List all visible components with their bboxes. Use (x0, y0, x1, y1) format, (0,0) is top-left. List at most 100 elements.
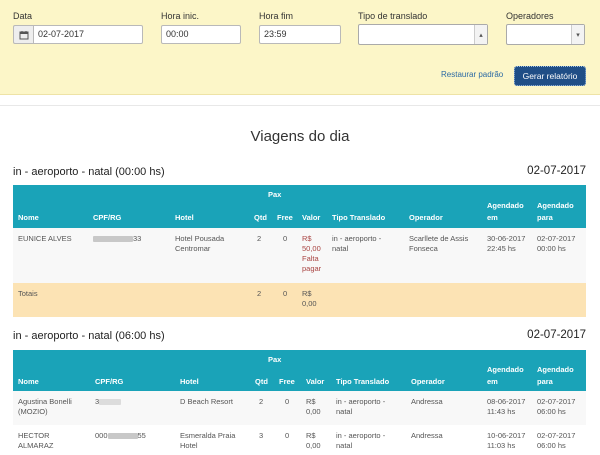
hotel-value: D Beach Resort (180, 397, 233, 406)
table-row[interactable]: HECTOR ALMARAZ 000 55 Esmeralda Praia Hot… (13, 425, 586, 455)
operador-value: Andressa (411, 397, 443, 406)
valor-value-2: 50,00 (302, 244, 321, 253)
pax-header: Pax (268, 190, 282, 199)
valor-status-2: pagar (302, 264, 322, 273)
pax-header: Pax (268, 355, 282, 364)
cpf-header: CPF/RG (95, 377, 124, 386)
free-header: Free (279, 377, 295, 386)
section-date: 02-07-2017 (527, 165, 586, 177)
valor-header: Valor (302, 213, 321, 222)
agendado-em-value: 10-06-2017 (487, 431, 526, 440)
nome-header: Nome (18, 377, 39, 386)
restore-default-link[interactable]: Restaurar padrão (441, 70, 503, 79)
agendado-em-header: Agendado (487, 201, 524, 210)
page-title: Viagens do dia (250, 128, 350, 145)
date-input[interactable]: 02-07-2017 (33, 25, 143, 44)
table-row[interactable]: Agustina Bonelli (MOZIO) 3 D Beach Resor… (13, 391, 586, 425)
operators-label: Operadores (506, 11, 554, 21)
section-title: in - aeroporto - natal (00:00 hs) (13, 166, 165, 178)
tipo-header: Tipo Translado (332, 213, 386, 222)
agendado-para-value: 02-07-2017 (537, 234, 576, 243)
operador-value: Scarllete de Assis (409, 234, 469, 243)
valor-header: Valor (306, 377, 325, 386)
agendado-em-header: Agendado (487, 365, 524, 374)
hotel-value: Hotel Pousada (175, 234, 225, 243)
totals-qtd: 2 (257, 289, 262, 298)
tipo-value: in - aeroporto - (336, 397, 386, 406)
transfer-type-label: Tipo de translado (358, 11, 428, 21)
table-row[interactable]: EUNICE ALVES 33 Hotel Pousada Centromar … (13, 228, 586, 283)
operador-header: Operador (409, 213, 443, 222)
totals-free: 0 (283, 289, 288, 298)
agendado-para-value: 02-07-2017 (537, 397, 576, 406)
free-value: 0 (285, 431, 290, 440)
agendado-para-header-2: para (537, 377, 553, 386)
filter-bar: Data 02-07-2017 Hora inic. 00:00 Hora fi… (0, 0, 600, 95)
start-time-input[interactable]: 00:00 (161, 25, 241, 44)
passenger-name: EUNICE ALVES (18, 234, 72, 243)
qtd-value: 2 (257, 234, 262, 243)
qtd-value: 2 (259, 397, 264, 406)
hotel-value: Esmeralda Praia (180, 431, 236, 440)
valor-value-2: 0,00 (306, 407, 321, 416)
agendado-para-header: Agendado (537, 365, 574, 374)
operador-header: Operador (411, 377, 445, 386)
free-value: 0 (283, 234, 288, 243)
trips-table: Pax Nome CPF/RG Hotel Qtd Free Valor Tip… (13, 350, 586, 455)
agendado-em-value: 08-06-2017 (487, 397, 526, 406)
chevron-updown-icon: ▴ (474, 25, 487, 44)
operador-value-2: Fonseca (409, 244, 438, 253)
cpf-value: 3 (95, 397, 122, 407)
tipo-header: Tipo Translado (336, 377, 390, 386)
hotel-header: Hotel (180, 377, 199, 386)
tipo-value-2: natal (332, 244, 349, 253)
passenger-name: HECTOR (18, 431, 50, 440)
hotel-header: Hotel (175, 213, 194, 222)
totals-row: Totais 2 0 R$ 0,00 (13, 283, 586, 317)
transfer-type-select[interactable]: ▴ (358, 24, 488, 45)
trips-table: Pax Nome CPF/RG Hotel Qtd Free Valor Tip… (13, 185, 586, 317)
qtd-value: 3 (259, 431, 264, 440)
tipo-value-2: natal (336, 407, 353, 416)
agendado-em-value: 30-06-2017 (487, 234, 526, 243)
qtd-header: Qtd (255, 377, 268, 386)
start-time-label: Hora inic. (161, 11, 200, 21)
table-header: Pax Nome CPF/RG Hotel Qtd Free Valor Tip… (13, 185, 586, 228)
divider (0, 105, 600, 106)
cpf-value: 33 (93, 234, 141, 244)
totals-valor-2: 0,00 (302, 299, 317, 308)
cpf-header: CPF/RG (93, 213, 122, 222)
agendado-em-value-2: 22:45 hs (487, 244, 516, 253)
date-label: Data (13, 11, 33, 21)
valor-status: Falta (302, 254, 319, 263)
tipo-value: in - aeroporto - (332, 234, 382, 243)
agendado-em-header-2: em (487, 213, 498, 222)
table-header: Pax Nome CPF/RG Hotel Qtd Free Valor Tip… (13, 350, 586, 391)
operators-select[interactable]: ▾ (506, 24, 585, 45)
generate-report-button[interactable]: Gerar relatório (514, 66, 586, 86)
calendar-icon[interactable] (13, 25, 33, 44)
free-value: 0 (285, 397, 290, 406)
agendado-para-value-2: 06:00 hs (537, 407, 566, 416)
valor-value: R$ (306, 431, 316, 440)
tipo-value: in - aeroporto - (336, 431, 386, 440)
nome-header: Nome (18, 213, 39, 222)
agendado-para-value-2: 00:00 hs (537, 244, 566, 253)
totals-label: Totais (18, 289, 38, 298)
agendado-em-value-2: 11:43 hs (487, 407, 516, 416)
passenger-name: Agustina Bonelli (18, 397, 72, 406)
hotel-value-2: Centromar (175, 244, 211, 253)
agendado-para-header: Agendado (537, 201, 574, 210)
operador-value: Andressa (411, 431, 443, 440)
agendado-para-value: 02-07-2017 (537, 431, 576, 440)
chevron-updown-icon: ▾ (571, 25, 584, 44)
section-title: in - aeroporto - natal (06:00 hs) (13, 330, 165, 342)
valor-value: R$ (302, 234, 312, 243)
free-header: Free (277, 213, 293, 222)
cpf-value: 000 55 (95, 431, 146, 440)
end-time-input[interactable]: 23:59 (259, 25, 341, 44)
totals-valor: R$ (302, 289, 312, 298)
qtd-header: Qtd (254, 213, 267, 222)
valor-value: R$ (306, 397, 316, 406)
passenger-name-2: (MOZIO) (18, 407, 48, 416)
